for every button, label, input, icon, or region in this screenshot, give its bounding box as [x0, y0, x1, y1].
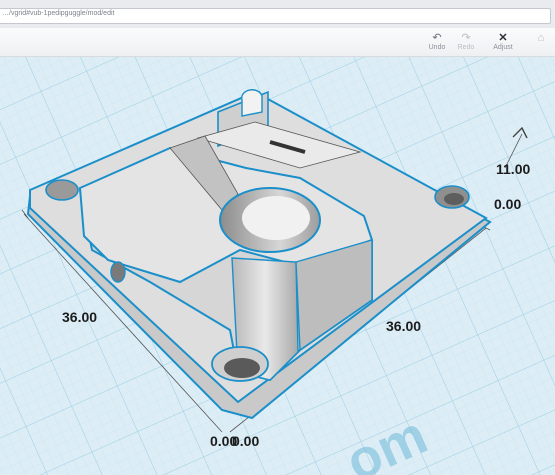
browser-address-bar: …/vgrid#vub-1pedipguggle/mod/edit — [0, 0, 555, 29]
more-tools-button[interactable]: ⌂ — [528, 32, 554, 44]
rear-tab-notch — [240, 89, 263, 117]
adjust-icon: ✕ — [498, 32, 508, 44]
front-hole-depth — [224, 358, 260, 378]
url-input[interactable]: …/vgrid#vub-1pedipguggle/mod/edit — [0, 8, 551, 24]
workplane-scene[interactable]: om 11.00 0.00 36.00 36.00 0.00 0.00 — [0, 57, 555, 475]
height-dimension-label[interactable]: 11.00 — [496, 161, 530, 177]
mount-hole-left — [45, 179, 79, 201]
redo-button[interactable]: ↷ Redo — [453, 32, 479, 51]
side-hole — [110, 261, 126, 283]
undo-button[interactable]: ↶ Undo — [424, 32, 450, 51]
width-dimension-label[interactable]: 36.00 — [386, 318, 421, 334]
url-text: …/vgrid#vub-1pedipguggle/mod/edit — [2, 10, 115, 17]
mount-hole-right-depth — [444, 193, 464, 205]
adjust-button[interactable]: ✕ Adjust — [490, 32, 516, 51]
undo-icon: ↶ — [432, 32, 442, 44]
redo-icon: ↷ — [461, 32, 471, 44]
origin-y-dimension-label[interactable]: 0.00 — [232, 433, 259, 449]
redo-label: Redo — [457, 44, 475, 51]
adjust-label: Adjust — [493, 44, 513, 51]
shape-tool-icon: ⌂ — [537, 32, 545, 44]
editor-toolbar: ↶ Undo ↷ Redo ✕ Adjust ⌂ — [0, 28, 555, 57]
elevation-dimension-label[interactable]: 0.00 — [494, 196, 521, 212]
main-bore-inner — [242, 196, 310, 240]
length-dimension-label[interactable]: 36.00 — [62, 309, 97, 325]
undo-label: Undo — [428, 44, 446, 51]
3d-viewport[interactable]: om 11.00 0.00 36.00 36.00 0.00 0.00 — [0, 57, 555, 475]
